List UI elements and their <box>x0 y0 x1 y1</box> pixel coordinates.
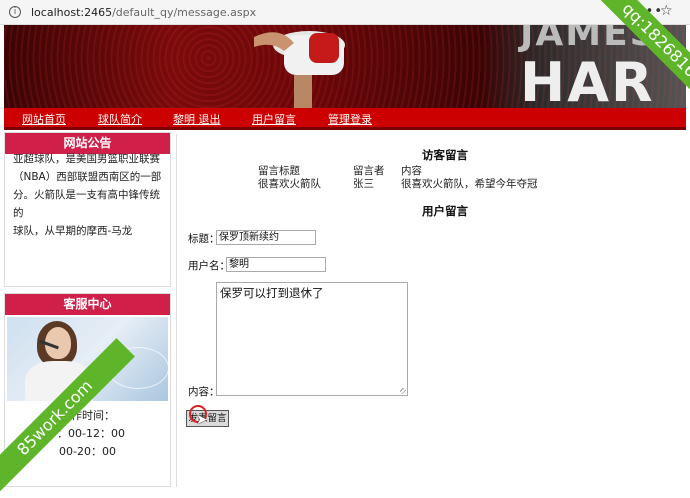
table-cell-content: 很喜欢火箭队，希望今年夺冠 <box>401 178 538 190</box>
title-input[interactable]: 保罗顶新续约 <box>216 230 316 245</box>
service-hours-label: 工作时间： <box>60 409 115 422</box>
username-input[interactable]: 黎明 <box>226 257 326 272</box>
main-nav: 网站首页 球队简介 黎明 退出 用户留言 管理登录 <box>4 108 686 130</box>
banner-player-image <box>254 31 345 108</box>
title-label: 标题： <box>188 233 220 245</box>
content-label: 内容： <box>188 386 220 398</box>
notice-line: 分。火箭队是一支有高中锋传统的 <box>13 189 160 219</box>
table-cell-author: 张三 <box>353 178 374 190</box>
address-bar[interactable]: i localhost:2465/default_qy/message.aspx… <box>0 0 690 25</box>
resize-grip-icon[interactable] <box>400 388 406 394</box>
table-cell-title: 很喜欢火箭队 <box>258 178 321 190</box>
nav-item-team-intro[interactable]: 球队简介 <box>98 111 142 127</box>
notice-line: 球队，从早期的摩西-马龙 <box>13 225 133 237</box>
service-title: 客服中心 <box>5 294 170 315</box>
bookmark-star-icon[interactable]: ☆ <box>660 3 673 19</box>
user-message-heading: 用户留言 <box>422 204 468 218</box>
guest-messages-heading: 访客留言 <box>422 148 468 162</box>
content-textarea[interactable]: 保罗可以打到退休了 <box>216 282 408 396</box>
url-text[interactable]: localhost:2465/default_qy/message.aspx <box>31 6 256 19</box>
mouse-cursor-icon: ➤ <box>196 412 208 428</box>
nav-item-admin-login[interactable]: 管理登录 <box>328 111 372 127</box>
content-textarea-text: 保罗可以打到退休了 <box>220 286 324 300</box>
notice-line: （NBA）西部联盟西南区的一部 <box>13 171 162 183</box>
notice-content[interactable]: 亚超球队，是美国男篮职业联赛 （NBA）西部联盟西南区的一部 分。火箭队是一支有… <box>5 150 170 240</box>
nav-item-home[interactable]: 网站首页 <box>22 111 66 127</box>
nav-item-user-logout[interactable]: 黎明 退出 <box>173 111 221 127</box>
url-host: localhost:2465 <box>31 6 113 19</box>
nav-item-messages[interactable]: 用户留言 <box>252 111 296 127</box>
header-banner: JAMES HAR <box>4 25 686 108</box>
username-label: 用户名： <box>188 260 230 272</box>
notice-line: 亚超球队，是美国男篮职业联赛 <box>13 153 160 165</box>
notice-panel: 网站公告 亚超球队，是美国男篮职业联赛 （NBA）西部联盟西南区的一部 分。火箭… <box>4 132 171 287</box>
url-path: /default_qy/message.aspx <box>112 6 257 19</box>
info-icon[interactable]: i <box>9 6 21 18</box>
banner-text-bottom: HAR <box>520 51 655 108</box>
